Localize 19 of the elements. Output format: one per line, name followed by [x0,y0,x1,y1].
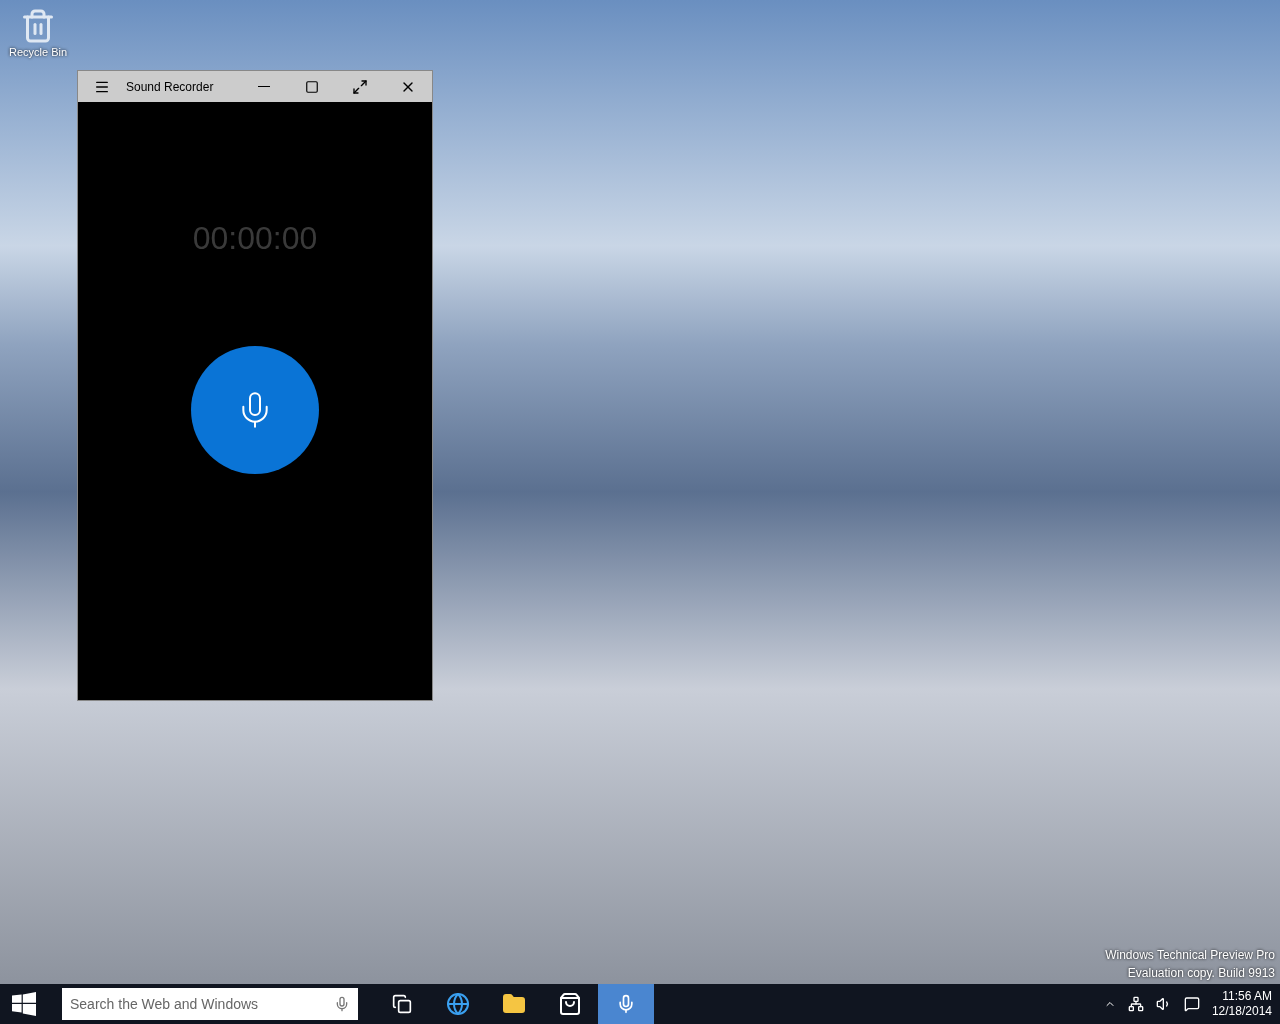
folder-icon [502,992,526,1016]
window-title: Sound Recorder [126,78,215,96]
search-field[interactable]: Search the Web and Windows [62,988,358,1020]
minimize-icon [258,86,270,87]
task-view-icon [392,994,412,1014]
microphone-icon[interactable] [334,996,350,1012]
notifications-icon[interactable] [1183,996,1200,1012]
recording-timer: 00:00:00 [192,219,318,258]
diagonal-arrows-icon [352,78,368,95]
microphone-icon [616,994,636,1014]
clock[interactable]: 11:56 AM 12/18/2014 [1211,989,1272,1019]
edition-notice: Evaluation copy. Build 9913 [1127,965,1275,982]
globe-icon [446,992,470,1016]
edition-notice: Windows Technical Preview Pro [1105,947,1275,964]
maximize-icon [305,79,319,94]
windows-logo-icon [12,992,36,1016]
network-icon[interactable] [1127,996,1144,1012]
shopping-bag-icon [558,992,582,1016]
trash-bin-icon[interactable] [20,8,56,44]
